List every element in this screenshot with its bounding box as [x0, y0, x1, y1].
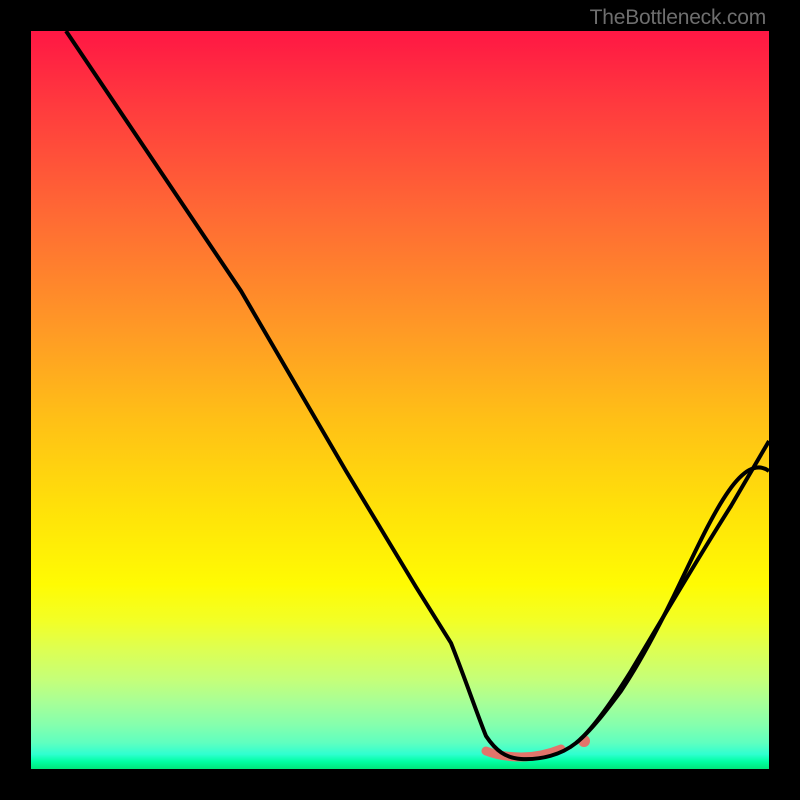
curve-svg: [31, 31, 769, 769]
bottleneck-curve-right: [576, 441, 769, 743]
bottleneck-curve: [66, 31, 769, 759]
plot-area: [31, 31, 769, 769]
chart-frame: TheBottleneck.com: [0, 0, 800, 800]
attribution-text: TheBottleneck.com: [590, 6, 766, 30]
